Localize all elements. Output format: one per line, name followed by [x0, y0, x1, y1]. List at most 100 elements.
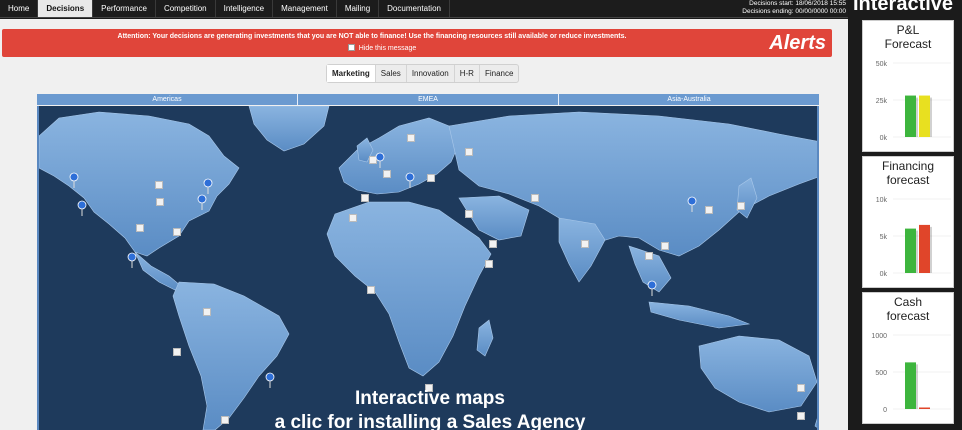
- tab-performance[interactable]: Performance: [93, 0, 156, 17]
- tick-label: 0k: [880, 135, 888, 142]
- agency-marker[interactable]: [485, 260, 493, 268]
- agency-pin-icon[interactable]: [265, 372, 275, 388]
- pl-forecast-chart: 50k 25k 0k: [876, 61, 951, 142]
- agency-marker[interactable]: [465, 210, 473, 218]
- forecast-bar-shadow: [930, 97, 932, 137]
- cash-forecast-chart: 1000 500 0: [871, 333, 951, 414]
- agency-marker[interactable]: [156, 198, 164, 206]
- agency-marker[interactable]: [367, 286, 375, 294]
- tab-management[interactable]: Management: [273, 0, 337, 17]
- agency-marker[interactable]: [427, 174, 435, 182]
- region-asia-australia[interactable]: Asia-Australia: [559, 94, 819, 105]
- tick-label: 0: [883, 407, 887, 414]
- world-map[interactable]: Interactive maps a clic for installing a…: [37, 106, 819, 430]
- agency-marker[interactable]: [645, 252, 653, 260]
- tab-intelligence[interactable]: Intelligence: [216, 0, 274, 17]
- decisions-ending-text: Decisions ending: 00/00/0000 00:00: [742, 8, 846, 15]
- agency-pin-icon[interactable]: [647, 280, 657, 296]
- forecast-bar-shadow: [930, 226, 932, 273]
- agency-pin-icon[interactable]: [77, 200, 87, 216]
- tab-documentation[interactable]: Documentation: [379, 0, 450, 17]
- pl-forecast-card[interactable]: P&L Forecast 50k 25k 0k: [862, 20, 954, 152]
- agency-marker[interactable]: [581, 240, 589, 248]
- agency-pin-icon[interactable]: [687, 196, 697, 212]
- main-page: Attention: Your decisions are generating…: [0, 19, 848, 430]
- region-emea[interactable]: EMEA: [298, 94, 559, 105]
- decision-subtabs: Marketing Sales Innovation H-R Finance: [326, 64, 520, 83]
- region-header: Americas EMEA Asia-Australia: [37, 94, 819, 105]
- forecast-bar[interactable]: [919, 224, 930, 273]
- cash-forecast-card[interactable]: Cash forecast 1000 500 0: [862, 292, 954, 424]
- greenland-land: [248, 106, 330, 152]
- tick-label: 0k: [880, 271, 888, 278]
- agency-marker[interactable]: [136, 224, 144, 232]
- agency-pin-icon[interactable]: [203, 178, 213, 194]
- agency-pin-icon[interactable]: [375, 152, 385, 168]
- forecast-panel: Interactive P&L Forecast 50k 25k 0k Financi…: [849, 0, 962, 430]
- africa-land: [326, 201, 492, 377]
- subtab-sales[interactable]: Sales: [376, 65, 407, 82]
- forecast-bar-shadow: [916, 97, 918, 137]
- tick-label: 500: [875, 370, 887, 377]
- forecast-bar[interactable]: [905, 228, 916, 273]
- agency-marker[interactable]: [531, 194, 539, 202]
- decision-dates: Decisions start: 18/06/2018 15:55 Decisi…: [742, 0, 846, 16]
- subtab-hr[interactable]: H-R: [455, 65, 480, 82]
- agency-marker[interactable]: [465, 148, 473, 156]
- agency-marker[interactable]: [155, 181, 163, 189]
- tick-label: 5k: [880, 234, 888, 241]
- tick-label: 10k: [876, 197, 888, 204]
- top-nav: Home Decisions Performance Competition I…: [0, 0, 848, 18]
- agency-marker[interactable]: [705, 206, 713, 214]
- app-root: { "nav": { "tabs": [ {"label": "Home", "…: [0, 0, 962, 430]
- agency-marker[interactable]: [173, 348, 181, 356]
- forecast-bar[interactable]: [919, 407, 930, 410]
- financing-forecast-card[interactable]: Financing forecast 10k 5k 0k: [862, 156, 954, 288]
- forecast-panel-title: Interactive: [853, 0, 954, 15]
- agency-marker[interactable]: [489, 240, 497, 248]
- cash-title-line2: forecast: [886, 309, 930, 323]
- alerts-title: Alerts: [769, 32, 826, 54]
- hide-message-row[interactable]: Hide this message: [2, 44, 762, 52]
- map-caption-line1: Interactive maps: [355, 388, 505, 409]
- tab-mailing[interactable]: Mailing: [337, 0, 380, 17]
- agency-marker[interactable]: [203, 308, 211, 316]
- pl-title-line1: P&L: [896, 23, 920, 37]
- hide-message-checkbox[interactable]: [347, 44, 355, 51]
- indonesia-land: [648, 301, 751, 329]
- tick-label: 25k: [876, 98, 888, 105]
- agency-marker[interactable]: [737, 202, 745, 210]
- forecast-bar[interactable]: [905, 362, 916, 409]
- hide-message-label: Hide this message: [358, 45, 417, 52]
- tick-label: 50k: [876, 61, 888, 68]
- subtab-innovation[interactable]: Innovation: [407, 65, 455, 82]
- tab-home[interactable]: Home: [0, 0, 39, 17]
- pl-forecast-title: P&L Forecast: [863, 21, 953, 51]
- agency-marker[interactable]: [661, 242, 669, 250]
- region-americas[interactable]: Americas: [37, 94, 298, 105]
- agency-pin-icon[interactable]: [405, 172, 415, 188]
- cash-title-line1: Cash: [893, 295, 922, 309]
- agency-marker[interactable]: [173, 228, 181, 236]
- forecast-bar-shadow: [916, 364, 918, 409]
- tick-label: 1000: [871, 333, 887, 340]
- agency-pin-icon[interactable]: [69, 172, 79, 188]
- agency-pin-icon[interactable]: [127, 252, 137, 268]
- agency-pin-icon[interactable]: [197, 194, 207, 210]
- subtab-finance[interactable]: Finance: [480, 65, 518, 82]
- alert-bar: Attention: Your decisions are generating…: [2, 29, 832, 57]
- cash-forecast-title: Cash forecast: [863, 293, 953, 323]
- forecast-bar[interactable]: [919, 95, 930, 137]
- agency-marker[interactable]: [407, 134, 415, 142]
- alert-message: Attention: Your decisions are generating…: [117, 33, 627, 40]
- map-caption-line2: a clic for installing a Sales Agency: [274, 412, 586, 430]
- subtab-marketing[interactable]: Marketing: [327, 65, 376, 82]
- agency-marker[interactable]: [349, 214, 357, 222]
- agency-marker[interactable]: [361, 194, 369, 202]
- financing-title-line2: forecast: [886, 173, 930, 187]
- tab-competition[interactable]: Competition: [156, 0, 216, 17]
- financing-forecast-title: Financing forecast: [863, 157, 953, 187]
- forecast-bar[interactable]: [905, 95, 916, 137]
- tab-decisions[interactable]: Decisions: [38, 0, 94, 17]
- agency-marker[interactable]: [383, 170, 391, 178]
